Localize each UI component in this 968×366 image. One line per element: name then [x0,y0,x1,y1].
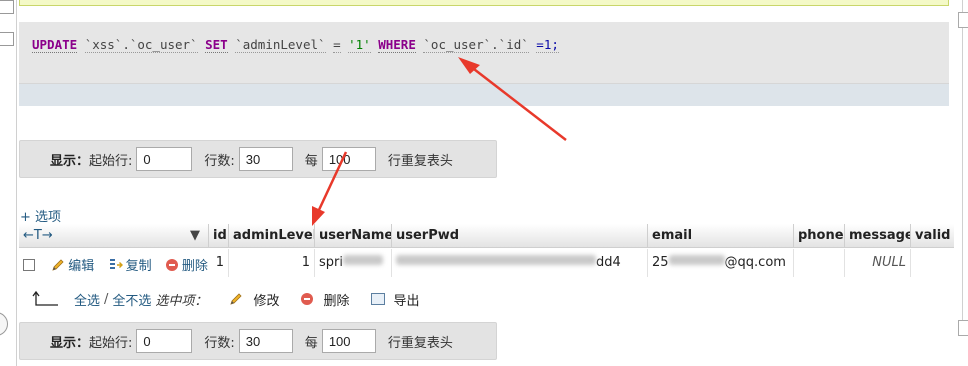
sql-query-box: UPDATE `xss`.`oc_user` SET `adminLevel` … [19,22,949,84]
sql-column: `adminLevel` [235,37,326,53]
cell-username[interactable]: spri [315,249,392,277]
table-row: 编辑 复制 删除 1 1 spri dd4 25 @qq.com NULL [19,249,954,277]
gutter-checkbox[interactable] [0,32,14,46]
navigation-bar-bottom: 显示： 起始行: 行数: 每 行重复表头 [19,322,497,360]
sql-toolbar [19,84,949,106]
bulk-delete-button[interactable]: 删除 [301,290,349,309]
start-row-input[interactable] [136,329,193,353]
redacted-blur [342,255,383,265]
repeat-header-input[interactable] [321,329,376,353]
header-userpwd[interactable]: userPwd [392,224,648,248]
arrow-up-left-icon [32,290,58,306]
sort-dropdown-icon[interactable]: ▼ [190,228,200,243]
export-icon [371,293,386,305]
per-label: 每 [304,153,318,169]
sql-equals: = [333,37,341,53]
side-button[interactable] [958,320,968,336]
export-button[interactable]: 导出 [371,290,419,309]
modify-button[interactable]: 修改 [229,290,279,309]
repeat-header-label: 行重复表头 [387,153,453,169]
header-id[interactable]: id [209,224,229,248]
show-label: 显示： [50,153,90,169]
row-checkbox[interactable] [23,259,35,271]
cell-valid[interactable] [911,249,954,277]
username-visible-text: spri [319,255,343,270]
deselect-all-link[interactable]: 全不选 [112,290,151,309]
bulk-delete-label[interactable]: 删除 [323,290,349,309]
scroll-divider [962,0,963,330]
pencil-icon [230,293,243,305]
userpwd-visible-text: dd4 [596,255,621,270]
options-link[interactable]: + 选项 [20,206,61,225]
show-label: 显示： [50,335,90,351]
separator: / [104,291,109,307]
header-message[interactable]: message [845,224,911,248]
repeat-header-label: 行重复表头 [387,335,453,351]
sql-table-ref: `xss`.`oc_user` [84,37,198,53]
sql-keyword-where: WHERE [378,37,416,53]
cell-adminlevel[interactable]: 1 [229,249,315,277]
header-username[interactable]: userName [315,224,392,248]
sql-query[interactable]: UPDATE `xss`.`oc_user` SET `adminLevel` … [32,37,559,53]
cell-id[interactable]: 1 [209,249,229,277]
redacted-blur [396,255,596,265]
delete-icon [301,293,314,305]
export-label[interactable]: 导出 [393,290,419,309]
sql-where-value: =1; [536,37,559,53]
edit-link[interactable]: 编辑 [51,259,98,274]
copy-link[interactable]: 复制 [109,259,156,274]
start-row-input[interactable] [136,147,193,171]
sql-keyword-set: SET [205,37,228,53]
rows-input[interactable] [238,147,293,171]
column-arrows-icon[interactable]: ←T→ [23,228,53,243]
with-selected-label: 选中项： [155,293,208,309]
navigation-bar-top: 显示： 起始行: 行数: 每 行重复表头 [19,140,497,178]
sql-keyword-update: UPDATE [32,37,78,53]
repeat-header-input[interactable] [321,147,376,171]
sql-where-column: `oc_user`.`id` [423,37,529,53]
cell-userpwd[interactable]: dd4 [392,249,648,277]
delete-label[interactable]: 删除 [182,259,208,274]
column-arrows[interactable]: ←T→ ▼ [19,224,209,248]
gutter-handle[interactable] [0,312,8,336]
header-phone[interactable]: phone [794,224,845,248]
cell-message[interactable]: NULL [845,249,911,277]
right-edge [952,0,968,366]
gutter-checkbox[interactable] [0,0,14,14]
rows-input[interactable] [238,329,293,353]
select-all-link[interactable]: 全选 [74,290,100,309]
copy-icon [109,259,123,269]
table-header-row: ←T→ ▼ id adminLevel userName userPwd ema… [19,224,954,248]
success-banner [19,0,949,6]
start-row-label: 起始行: [89,153,133,169]
rows-label: 行数: [204,335,235,351]
pencil-icon [52,259,64,271]
side-button[interactable] [958,12,968,28]
email-visible-end: @qq.com [724,255,786,270]
email-visible-start: 25 [652,255,669,270]
delete-link[interactable]: 删除 [165,259,208,274]
delete-icon [165,259,178,271]
cell-phone[interactable] [794,249,845,277]
cell-email[interactable]: 25 @qq.com [648,249,794,277]
redacted-blur [668,255,725,265]
header-adminlevel[interactable]: adminLevel [229,224,315,248]
row-actions: 编辑 复制 删除 [19,249,209,277]
sql-value: '1' [348,37,371,53]
header-email[interactable]: email [648,224,794,248]
modify-label[interactable]: 修改 [253,290,279,309]
bulk-actions-bar: 全选 / 全不选 选中项： 修改 删除 导出 [30,288,419,310]
header-valid[interactable]: valid [911,224,954,248]
rows-label: 行数: [204,153,235,169]
copy-label[interactable]: 复制 [126,259,152,274]
left-gutter [0,0,17,366]
start-row-label: 起始行: [89,335,133,351]
edit-label[interactable]: 编辑 [68,259,94,274]
per-label: 每 [304,335,318,351]
